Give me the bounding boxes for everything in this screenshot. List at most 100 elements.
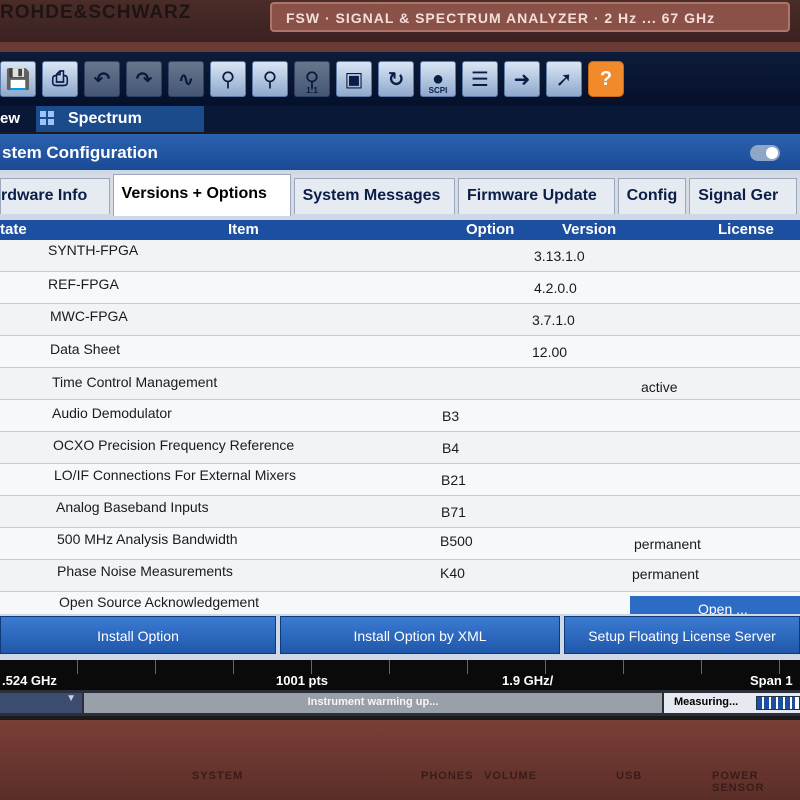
tab-system-messages[interactable]: System Messages — [293, 178, 455, 214]
header-license: License — [718, 221, 774, 238]
display-icon[interactable]: ➜ — [504, 61, 540, 97]
install-option-button[interactable]: Install Option — [0, 616, 276, 654]
system-configuration-dialog: stem Configuration rdware Info Versions … — [0, 134, 800, 660]
instrument-bezel-bottom — [0, 720, 800, 800]
item-cell: 500 MHz Analysis Bandwidth — [57, 531, 238, 547]
tab-config[interactable]: Config — [617, 178, 687, 214]
tab-overview[interactable]: ew — [0, 110, 20, 127]
open-button[interactable]: Open ... — [630, 596, 800, 614]
dialog-tabs: rdware Info Versions + Options System Me… — [0, 174, 800, 216]
item-cell: SYNTH-FPGA — [48, 242, 139, 258]
sweep-points: 1001 pts — [276, 673, 329, 688]
hw-label-volume: VOLUME — [484, 770, 538, 782]
table-row[interactable]: OCXO Precision Frequency Reference B4 — [0, 432, 800, 464]
toggle-icon[interactable] — [750, 145, 780, 161]
table-row[interactable]: Audio Demodulator B3 — [0, 400, 800, 432]
chevron-down-icon: ▼ — [66, 693, 76, 704]
dialog-button-bar: Install Option Install Option by XML Set… — [0, 614, 800, 656]
table-header: tate Item Option Version License — [0, 220, 800, 240]
version-cell: 4.2.0.0 — [534, 280, 577, 296]
multi-zoom-icon[interactable]: ⚲ — [252, 61, 288, 97]
header-option: Option — [466, 221, 515, 238]
tab-spectrum-label: Spectrum — [68, 110, 142, 127]
item-cell: MWC-FPGA — [50, 308, 128, 324]
fullscreen-icon[interactable]: ▣ — [336, 61, 372, 97]
table-row[interactable]: Analog Baseband Inputs B71 — [0, 496, 800, 528]
table-row[interactable]: Open Source Acknowledgement Open ... — [0, 592, 800, 614]
zoom-icon[interactable]: ∿ — [168, 61, 204, 97]
help-pointer-icon[interactable]: ➚ — [546, 61, 582, 97]
install-option-xml-button[interactable]: Install Option by XML — [280, 616, 560, 654]
table-row[interactable]: 500 MHz Analysis Bandwidth B500 permanen… — [0, 528, 800, 560]
table-row[interactable]: SYNTH-FPGA 3.13.1.0 — [0, 240, 800, 272]
table-row[interactable]: Phase Noise Measurements K40 permanent — [0, 560, 800, 592]
header-version: Version — [562, 221, 617, 238]
license-cell: permanent — [632, 566, 699, 582]
item-cell: LO/IF Connections For External Mixers — [54, 467, 296, 483]
zoom-1to1-icon[interactable]: ⚲ 1:1 — [294, 61, 330, 97]
item-cell: REF-FPGA — [48, 276, 119, 292]
table-row[interactable]: LO/IF Connections For External Mixers B2… — [0, 464, 800, 496]
dialog-title: stem Configuration — [0, 134, 800, 170]
version-cell: 12.00 — [532, 344, 568, 360]
item-cell: Audio Demodulator — [52, 405, 172, 421]
item-cell: Analog Baseband Inputs — [56, 499, 209, 515]
item-cell: OCXO Precision Frequency Reference — [53, 437, 295, 453]
status-message: Instrument warming up... — [84, 693, 662, 713]
hw-label-phones: PHONES — [421, 770, 474, 782]
tab-hardware-info[interactable]: rdware Info — [0, 178, 110, 214]
scpi-label: SCPI — [428, 86, 448, 95]
undo-icon[interactable]: ↶ — [84, 61, 120, 97]
header-state: tate — [0, 221, 27, 238]
tab-signal-generator[interactable]: Signal Ger — [689, 178, 797, 214]
toolbar: 💾 ⎙ ↶ ↷ ∿ ⚲ ⚲ ⚲ 1:1 ▣ ↻ ● SCPI ☰ ➜ ➚ ? — [0, 52, 800, 106]
table-row[interactable]: Time Control Management active — [0, 368, 800, 400]
option-cell: K40 — [440, 565, 465, 581]
license-cell: permanent — [634, 536, 701, 552]
start-frequency: .524 GHz — [2, 673, 57, 688]
tab-versions-options[interactable]: Versions + Options — [112, 174, 291, 216]
option-cell: B71 — [441, 504, 466, 520]
frequency-per-div: 1.9 GHz/ — [502, 673, 554, 688]
option-cell: B500 — [440, 533, 473, 549]
setup-floating-license-button[interactable]: Setup Floating License Server — [564, 616, 800, 654]
hw-label-power-sensor: POWER SENSOR — [712, 770, 765, 794]
print-icon[interactable]: ⎙ — [42, 61, 78, 97]
help-icon[interactable]: ? — [588, 61, 624, 97]
version-cell: 3.7.1.0 — [532, 312, 575, 328]
status-message-text: Instrument warming up... — [307, 696, 439, 708]
refresh-icon[interactable]: ↻ — [378, 61, 414, 97]
measurement-bar: .524 GHz 1001 pts 1.9 GHz/ Span 1 — [0, 660, 800, 690]
model-plate: FSW · SIGNAL & SPECTRUM ANALYZER · 2 Hz … — [270, 2, 790, 32]
status-dropdown[interactable]: ▼ — [0, 693, 82, 713]
option-cell: B4 — [442, 440, 460, 456]
option-cell: B3 — [442, 408, 460, 424]
option-cell: B21 — [441, 472, 466, 488]
status-bar: ▼ Instrument warming up... Measuring... — [0, 690, 800, 716]
redo-icon[interactable]: ↷ — [126, 61, 162, 97]
table-row[interactable]: Data Sheet 12.00 — [0, 336, 800, 368]
save-icon[interactable]: 💾 — [0, 61, 36, 97]
window-icon — [40, 111, 54, 125]
item-cell: Data Sheet — [50, 341, 121, 357]
table-row[interactable]: REF-FPGA 4.2.0.0 — [0, 272, 800, 304]
versions-options-table: tate Item Option Version License SYNTH-F… — [0, 220, 800, 614]
measuring-text: Measuring... — [674, 696, 739, 708]
progress-bar — [756, 696, 800, 710]
progress-fill — [757, 697, 795, 709]
hw-label-system: SYSTEM — [192, 770, 244, 782]
brand-logo: ROHDE&SCHWARZ — [0, 2, 192, 23]
zoom-1to1-label: 1:1 — [306, 86, 318, 95]
sequencer-icon[interactable]: ☰ — [462, 61, 498, 97]
tab-spectrum[interactable]: Spectrum — [36, 106, 204, 132]
tab-firmware-update[interactable]: Firmware Update — [458, 178, 615, 214]
license-cell: active — [641, 379, 678, 395]
frequency-ticks — [0, 660, 800, 674]
hw-label-usb: USB — [616, 770, 643, 782]
zoom-area-icon[interactable]: ⚲ — [210, 61, 246, 97]
table-row[interactable]: MWC-FPGA 3.7.1.0 — [0, 304, 800, 336]
header-item: Item — [228, 221, 259, 238]
dialog-title-text: stem Configuration — [2, 143, 158, 162]
scpi-icon[interactable]: ● SCPI — [420, 61, 456, 97]
instrument-bezel-top: ROHDE&SCHWARZ FSW · SIGNAL & SPECTRUM AN… — [0, 0, 800, 42]
